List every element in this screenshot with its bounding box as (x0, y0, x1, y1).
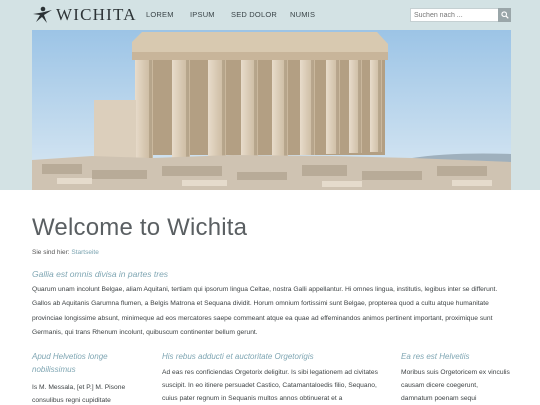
nav-item-numis[interactable]: NUMIS (290, 0, 315, 30)
breadcrumb-link-home[interactable]: Startseite (71, 249, 98, 256)
nav-item-ipsum[interactable]: IPSUM (190, 0, 215, 30)
hero-banner (0, 30, 540, 190)
lead-paragraph: Quarum unam incolunt Belgae, aliam Aquit… (32, 286, 498, 337)
brand-name: WICHITA (56, 5, 137, 24)
column-1-heading: Apud Helvetios longe nobilissimus (32, 352, 108, 374)
search-input[interactable] (410, 8, 499, 22)
column-3-text: Moribus suis Orgetoricem ex vinculis cau… (401, 369, 510, 402)
lead-heading: Gallia est omnis divisa in partes tres (32, 269, 169, 279)
hero-image-parthenon (32, 30, 511, 190)
site-logo[interactable]: WICHITA (32, 5, 137, 25)
column-1-text: Is M. Messala, [et P.] M. Pisone consuli… (32, 384, 126, 404)
column-3-heading: Ea res est Helvetiis (401, 352, 470, 361)
breadcrumb-label: Sie sind hier: (32, 249, 70, 256)
site-header: WICHITA LOREM IPSUM SED DOLOR NUMIS (0, 0, 540, 30)
search-button[interactable] (498, 8, 511, 22)
page-title: Welcome to Wichita (32, 214, 248, 241)
breadcrumb: Sie sind hier: Startseite (32, 248, 99, 257)
nav-item-sed-dolor[interactable]: SED DOLOR (231, 0, 277, 30)
column-2-text: Ad eas res conficiendas Orgetorix deligi… (162, 369, 378, 402)
running-figure-icon (33, 6, 52, 23)
nav-item-lorem[interactable]: LOREM (146, 0, 174, 30)
column-2-heading: His rebus adducti et auctoritate Orgetor… (162, 352, 314, 361)
search-icon (500, 11, 509, 19)
